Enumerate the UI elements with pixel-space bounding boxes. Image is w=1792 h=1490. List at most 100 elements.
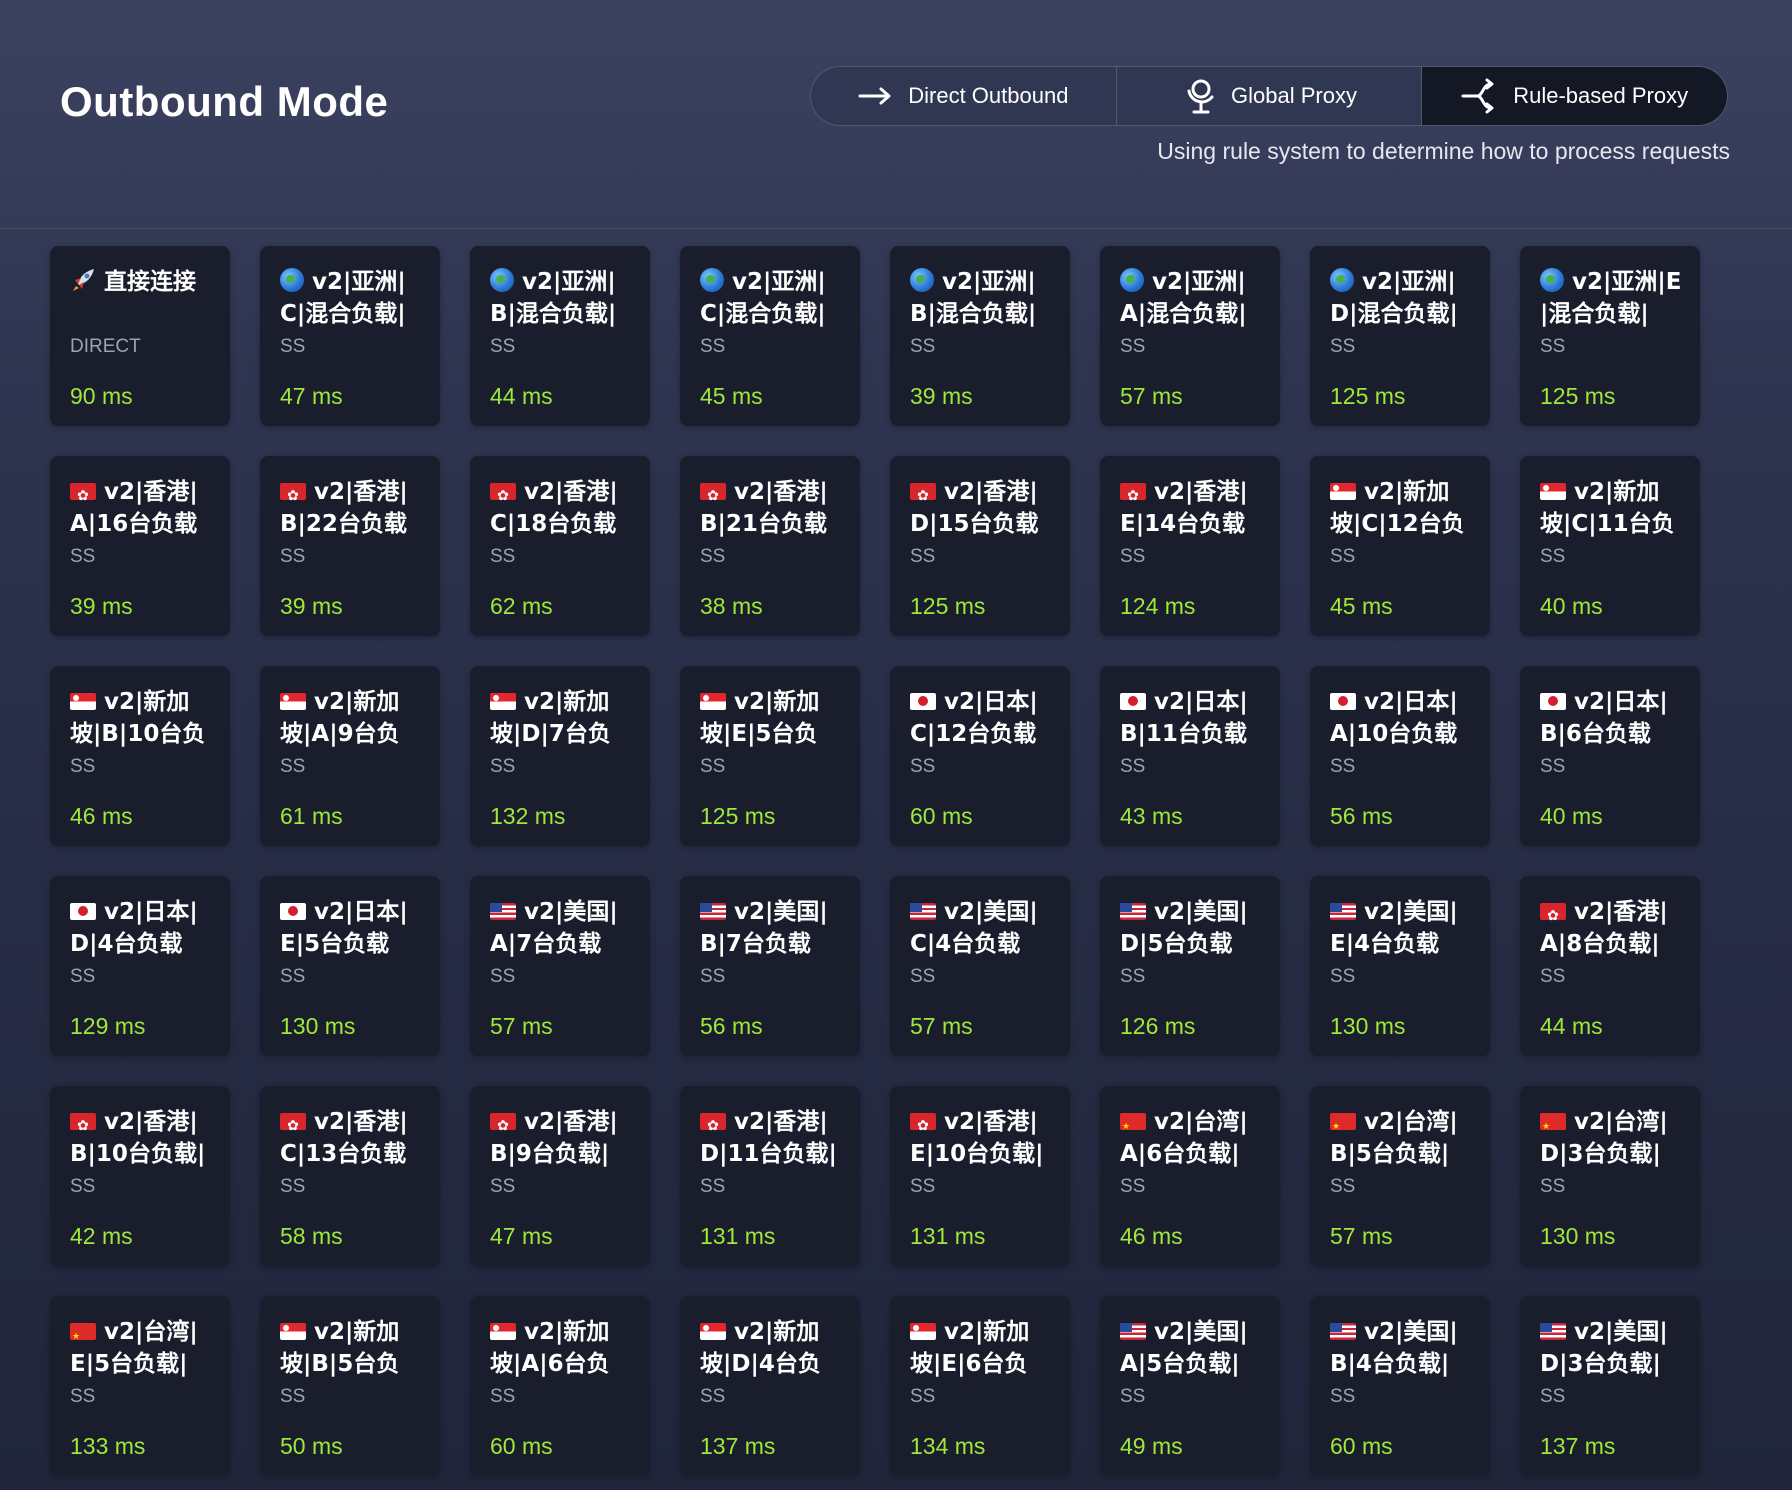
proxy-type: SS (490, 756, 516, 777)
hk-flag-icon (1120, 480, 1146, 512)
proxy-delay: 57 ms (1120, 383, 1183, 409)
proxy-card[interactable]: v2|美国|A|7台负载 SS 57 ms (470, 876, 650, 1056)
proxy-name: v2|亚洲|E|混合负载| (1540, 266, 1682, 330)
proxy-type: SS (910, 966, 936, 987)
proxy-card[interactable]: v2|新加坡|C|12台负 SS 45 ms (1310, 456, 1490, 636)
proxy-delay: 45 ms (1330, 593, 1393, 619)
proxy-card[interactable]: v2|美国|B|7台负载 SS 56 ms (680, 876, 860, 1056)
proxy-name: v2|新加坡|C|11台负 (1540, 476, 1682, 540)
proxy-card[interactable]: v2|香港|C|13台负载 SS 58 ms (260, 1086, 440, 1266)
proxy-card[interactable]: v2|新加坡|B|5台负 SS 50 ms (260, 1296, 440, 1476)
proxy-type: SS (1120, 1386, 1146, 1407)
proxy-type: SS (280, 546, 306, 567)
hk-flag-icon (70, 480, 96, 512)
proxy-name: v2|香港|A|8台负载| (1540, 896, 1682, 960)
proxy-name: v2|美国|D|5台负载 (1120, 896, 1262, 960)
proxy-type: SS (700, 1176, 726, 1197)
hk-flag-icon (280, 480, 306, 512)
proxy-card[interactable]: v2|新加坡|A|6台负 SS 60 ms (470, 1296, 650, 1476)
direct-outbound-label: Direct Outbound (908, 83, 1069, 108)
proxy-card[interactable]: v2|亚洲|C|混合负载| SS 45 ms (680, 246, 860, 426)
globe-icon (1120, 268, 1144, 292)
proxy-card[interactable]: v2|日本|D|4台负载 SS 129 ms (50, 876, 230, 1056)
hk-flag-icon (490, 1110, 516, 1142)
proxy-card[interactable]: v2|美国|A|5台负载| SS 49 ms (1100, 1296, 1280, 1476)
proxy-card[interactable]: v2|香港|B|22台负载 SS 39 ms (260, 456, 440, 636)
proxy-type: SS (1540, 1386, 1566, 1407)
proxy-card[interactable]: v2|亚洲|D|混合负载| SS 125 ms (1310, 246, 1490, 426)
globe-icon (490, 268, 514, 292)
proxy-card[interactable]: v2|美国|E|4台负载 SS 130 ms (1310, 876, 1490, 1056)
proxy-card[interactable]: v2|新加坡|E|5台负 SS 125 ms (680, 666, 860, 846)
proxy-card[interactable]: v2|美国|C|4台负载 SS 57 ms (890, 876, 1070, 1056)
proxy-card[interactable]: v2|香港|A|16台负载 SS 39 ms (50, 456, 230, 636)
proxy-card[interactable]: v2|香港|D|11台负载| SS 131 ms (680, 1086, 860, 1266)
proxy-name: 直接连接 (70, 266, 212, 330)
proxy-card[interactable]: v2|日本|C|12台负载 SS 60 ms (890, 666, 1070, 846)
proxy-type: SS (1540, 546, 1566, 567)
proxy-delay: 137 ms (1540, 1433, 1616, 1459)
hk-flag-icon (280, 1110, 306, 1142)
proxy-type: SS (280, 756, 306, 777)
hk-flag-icon (1540, 900, 1566, 932)
proxy-card[interactable]: v2|日本|B|6台负载 SS 40 ms (1520, 666, 1700, 846)
proxy-card[interactable]: v2|亚洲|B|混合负载| SS 39 ms (890, 246, 1070, 426)
proxy-delay: 58 ms (280, 1223, 343, 1249)
rule-based-proxy-button[interactable]: Rule-based Proxy (1422, 67, 1727, 125)
proxy-type: SS (70, 1176, 96, 1197)
proxy-card[interactable]: v2|亚洲|B|混合负载| SS 44 ms (470, 246, 650, 426)
proxy-card[interactable]: v2|香港|B|10台负载| SS 42 ms (50, 1086, 230, 1266)
proxy-card[interactable]: v2|美国|D|3台负载| SS 137 ms (1520, 1296, 1700, 1476)
proxy-card[interactable]: v2|台湾|A|6台负载| SS 46 ms (1100, 1086, 1280, 1266)
jp-flag-icon (70, 903, 96, 920)
proxy-card[interactable]: v2|亚洲|A|混合负载| SS 57 ms (1100, 246, 1280, 426)
proxy-name: v2|美国|B|7台负载 (700, 896, 842, 960)
proxy-card[interactable]: v2|新加坡|A|9台负 SS 61 ms (260, 666, 440, 846)
direct-outbound-button[interactable]: Direct Outbound (811, 67, 1117, 125)
sg-flag-icon (700, 1323, 726, 1340)
proxy-card[interactable]: v2|亚洲|C|混合负载| SS 47 ms (260, 246, 440, 426)
proxy-delay: 125 ms (700, 803, 776, 829)
proxy-card[interactable]: v2|香港|E|14台负载 SS 124 ms (1100, 456, 1280, 636)
proxy-card[interactable]: v2|日本|B|11台负载 SS 43 ms (1100, 666, 1280, 846)
proxy-delay: 131 ms (700, 1223, 776, 1249)
proxy-card[interactable]: v2|香港|E|10台负载| SS 131 ms (890, 1086, 1070, 1266)
hk-flag-icon (700, 480, 726, 512)
mode-description: Using rule system to determine how to pr… (1157, 138, 1730, 164)
proxy-card[interactable]: v2|台湾|E|5台负载| SS 133 ms (50, 1296, 230, 1476)
proxy-card[interactable]: v2|亚洲|E|混合负载| SS 125 ms (1520, 246, 1700, 426)
proxy-card[interactable]: v2|新加坡|B|10台负 SS 46 ms (50, 666, 230, 846)
proxy-name: v2|亚洲|D|混合负载| (1330, 266, 1472, 330)
hk-flag-icon (490, 480, 516, 512)
proxy-delay: 124 ms (1120, 593, 1196, 619)
proxy-type: SS (1330, 1176, 1356, 1197)
proxy-grid: 直接连接 DIRECT 90 ms v2|亚洲|C|混合负载| SS 47 ms v2|亚洲… (50, 246, 1700, 1476)
proxy-card[interactable]: v2|新加坡|D|7台负 SS 132 ms (470, 666, 650, 846)
proxy-card[interactable]: v2|美国|B|4台负载| SS 60 ms (1310, 1296, 1490, 1476)
us-flag-icon (700, 903, 726, 920)
proxy-card[interactable]: v2|香港|C|18台负载 SS 62 ms (470, 456, 650, 636)
proxy-card[interactable]: v2|新加坡|D|4台负 SS 137 ms (680, 1296, 860, 1476)
globe-icon (700, 268, 724, 292)
proxy-card[interactable]: v2|台湾|D|3台负载| SS 130 ms (1520, 1086, 1700, 1266)
proxy-name: v2|亚洲|C|混合负载| (700, 266, 842, 330)
proxy-type: SS (910, 1176, 936, 1197)
proxy-name: v2|亚洲|C|混合负载| (280, 266, 422, 330)
sg-flag-icon (490, 693, 516, 710)
global-proxy-button[interactable]: Global Proxy (1117, 67, 1423, 125)
proxy-card[interactable]: 直接连接 DIRECT 90 ms (50, 246, 230, 426)
proxy-card[interactable]: v2|新加坡|E|6台负 SS 134 ms (890, 1296, 1070, 1476)
proxy-delay: 47 ms (490, 1223, 553, 1249)
cn-flag-icon (1120, 1111, 1146, 1143)
proxy-card[interactable]: v2|香港|A|8台负载| SS 44 ms (1520, 876, 1700, 1056)
proxy-card[interactable]: v2|香港|B|9台负载| SS 47 ms (470, 1086, 650, 1266)
proxy-card[interactable]: v2|日本|A|10台负载 SS 56 ms (1310, 666, 1490, 846)
proxy-card[interactable]: v2|香港|B|21台负载 SS 38 ms (680, 456, 860, 636)
proxy-type: SS (70, 756, 96, 777)
proxy-card[interactable]: v2|新加坡|C|11台负 SS 40 ms (1520, 456, 1700, 636)
proxy-card[interactable]: v2|台湾|B|5台负载| SS 57 ms (1310, 1086, 1490, 1266)
globe-pin-icon (1181, 77, 1217, 115)
proxy-card[interactable]: v2|香港|D|15台负载 SS 125 ms (890, 456, 1070, 636)
proxy-card[interactable]: v2|日本|E|5台负载 SS 130 ms (260, 876, 440, 1056)
proxy-card[interactable]: v2|美国|D|5台负载 SS 126 ms (1100, 876, 1280, 1056)
